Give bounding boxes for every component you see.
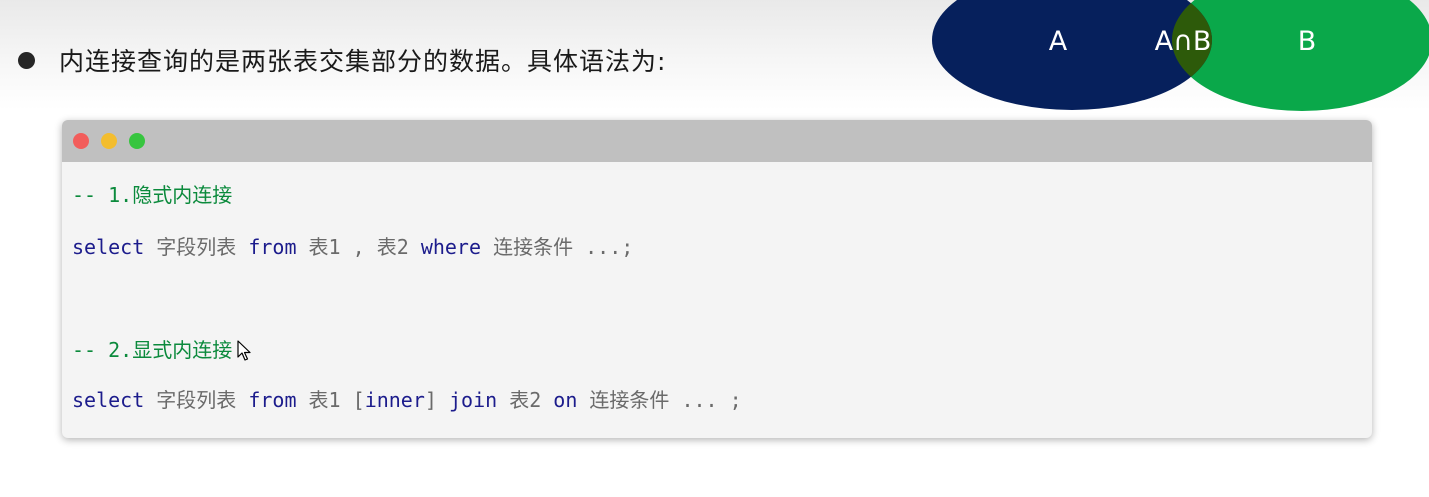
code-text-table1: 表1 [ [296,388,365,412]
code-line-implicit-join: select 字段列表 from 表1 , 表2 where 连接条件 ...; [72,233,633,261]
close-window-icon[interactable] [73,133,89,149]
keyword-select: select [72,235,145,259]
keyword-from: from [248,235,297,259]
venn-label-b: B [1298,26,1317,57]
keyword-on: on [553,388,578,412]
code-text-table2: 表2 [497,388,554,412]
code-line-explicit-join: select 字段列表 from 表1 [inner] join 表2 on 连… [72,386,742,414]
mouse-pointer-icon [237,340,251,361]
venn-diagram: A A∩B B [932,0,1429,111]
code-text-condition: 连接条件 ...; [481,235,634,259]
venn-label-a: A [1049,26,1068,57]
code-text-fields: 字段列表 [144,235,249,259]
keyword-where: where [420,235,482,259]
minimize-window-icon[interactable] [101,133,117,149]
code-comment-implicit-join: -- 1.隐式内连接 [72,183,233,207]
keyword-join: join [449,388,498,412]
keyword-from: from [248,388,297,412]
code-text-condition: 连接条件 ... ; [577,388,742,412]
keyword-inner: inner [364,388,425,412]
bullet-text: 内连接查询的是两张表交集部分的数据。具体语法为: [59,47,667,76]
bullet-point: 内连接查询的是两张表交集部分的数据。具体语法为: [18,40,666,80]
code-window: -- 1.隐式内连接 select 字段列表 from 表1 , 表2 wher… [62,120,1372,438]
bullet-dot-icon [18,51,35,69]
code-text-bracket: ] [424,388,449,412]
venn-label-intersection: A∩B [1155,26,1212,57]
code-comment-explicit-join: -- 2.显式内连接 [72,338,233,362]
code-window-title-bar [62,120,1372,162]
keyword-select: select [72,388,145,412]
code-text-fields: 字段列表 [144,388,249,412]
code-text-tables: 表1 , 表2 [296,235,421,259]
maximize-window-icon[interactable] [129,133,145,149]
